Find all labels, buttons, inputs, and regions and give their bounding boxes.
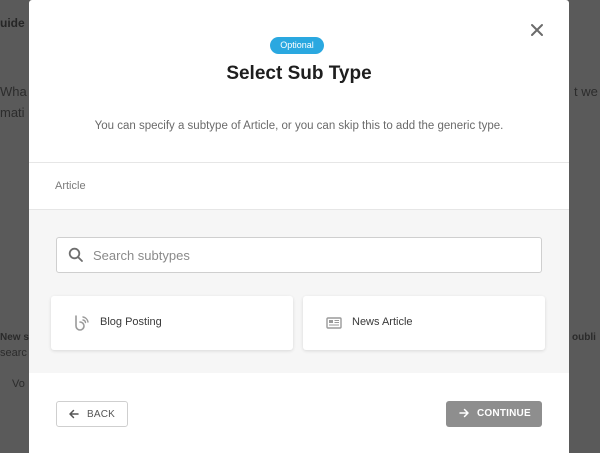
arrow-left-icon — [69, 409, 79, 419]
arrow-right-icon — [459, 408, 469, 418]
subtype-label: Blog Posting — [100, 316, 162, 328]
background-text: oubli — [572, 332, 596, 343]
back-button-label: BACK — [87, 409, 116, 420]
breadcrumb: Article — [29, 163, 569, 209]
modal-footer: BACK CONTINUE — [29, 373, 569, 453]
breadcrumb-item-article[interactable]: Article — [55, 180, 86, 192]
background-text: uide — [0, 16, 25, 30]
search-box — [56, 237, 542, 273]
background-text: New s — [0, 332, 29, 343]
select-subtype-modal: Optional Select Sub Type You can specify… — [29, 0, 569, 453]
background-text: t we — [574, 84, 598, 99]
continue-button[interactable]: CONTINUE — [446, 401, 542, 427]
background-text: Wha — [0, 84, 27, 99]
news-article-icon — [326, 317, 342, 329]
modal-subtitle: You can specify a subtype of Article, or… — [94, 120, 504, 132]
subtype-list-area: Blog Posting News Article — [29, 210, 569, 373]
background-text: searc — [0, 347, 27, 359]
subtype-card-blog-posting[interactable]: Blog Posting — [51, 296, 293, 350]
continue-button-label: CONTINUE — [477, 408, 531, 419]
subtype-card-news-article[interactable]: News Article — [303, 296, 545, 350]
modal-header: Optional Select Sub Type You can specify… — [29, 0, 569, 163]
modal-title: Select Sub Type — [226, 63, 372, 84]
search-input[interactable] — [93, 238, 533, 272]
optional-badge: Optional — [270, 37, 324, 54]
search-icon — [68, 247, 83, 262]
blog-posting-icon — [75, 315, 89, 331]
background-text: Vo — [12, 378, 25, 390]
back-button[interactable]: BACK — [56, 401, 128, 427]
background-text: mati — [0, 105, 25, 120]
subtype-label: News Article — [352, 316, 413, 328]
